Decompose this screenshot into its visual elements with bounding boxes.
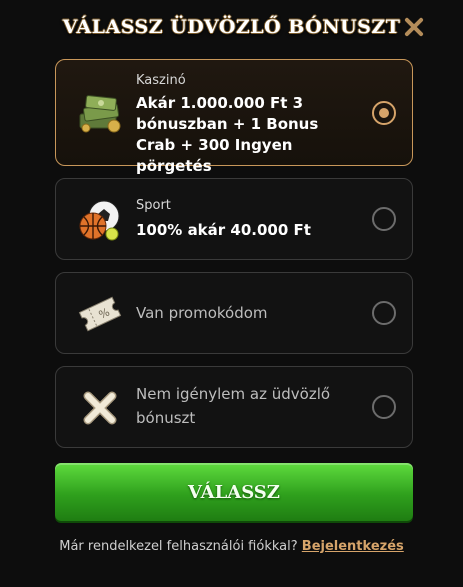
cross-icon xyxy=(76,384,124,432)
bonus-option-casino[interactable]: Kaszinó Akár 1.000.000 Ft 3 bónuszban + … xyxy=(55,59,413,175)
option-description: Van promokódom xyxy=(136,304,268,322)
sports-balls-icon xyxy=(76,196,124,244)
welcome-bonus-modal: VÁLASSZ ÜDVÖZLŐ BÓNUSZT Kaszinó Akár 1.0… xyxy=(0,0,463,587)
login-prompt-text: Már rendelkezel felhasználói fiókkal? xyxy=(59,539,298,554)
choose-button[interactable]: VÁLASSZ xyxy=(55,463,413,521)
option-category: Kaszinó xyxy=(136,73,186,88)
promo-ticket-icon: % xyxy=(76,290,124,338)
radio-button[interactable] xyxy=(372,395,396,419)
bonus-option-no-bonus[interactable]: Nem igénylem az üdvözlő bónuszt xyxy=(55,366,413,448)
option-category: Sport xyxy=(136,198,171,213)
bonus-option-sport[interactable]: Sport 100% akár 40.000 Ft xyxy=(55,178,413,260)
option-description: 100% akár 40.000 Ft xyxy=(136,221,311,239)
radio-button[interactable] xyxy=(372,207,396,231)
login-prompt: Már rendelkezel felhasználói fiókkal? Be… xyxy=(0,539,463,554)
radio-button[interactable] xyxy=(372,301,396,325)
login-link[interactable]: Bejelentkezés xyxy=(302,539,404,554)
option-description: Akár 1.000.000 Ft 3 bónuszban + 1 Bonus … xyxy=(136,94,319,175)
radio-button[interactable] xyxy=(372,101,396,125)
option-description: Nem igénylem az üdvözlő bónuszt xyxy=(136,385,331,427)
close-icon[interactable] xyxy=(403,16,425,38)
money-stack-icon xyxy=(76,88,124,136)
bonus-option-promo-code[interactable]: % Van promokódom xyxy=(55,272,413,354)
modal-title: VÁLASSZ ÜDVÖZLŐ BÓNUSZT xyxy=(62,16,401,38)
